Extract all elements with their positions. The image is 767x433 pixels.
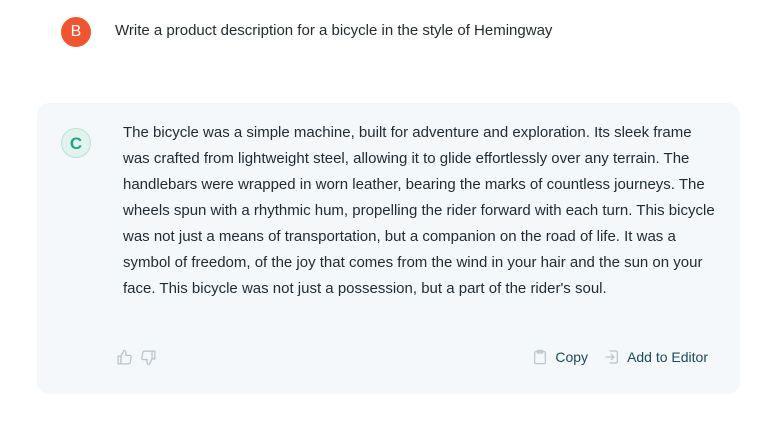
user-message: B Write a product description for a bicy…: [0, 0, 767, 80]
user-prompt-text: Write a product description for a bicycl…: [115, 22, 553, 39]
copy-label: Copy: [555, 349, 589, 365]
assistant-avatar-initial: C: [69, 133, 83, 153]
clipboard-icon: [534, 349, 547, 365]
thumbs-up-icon: [116, 349, 132, 365]
thumbs-down-button[interactable]: [139, 347, 157, 367]
insert-icon: [605, 350, 618, 364]
assistant-avatar: C: [61, 128, 91, 158]
assistant-response-text: The bicycle was a simple machine, built …: [123, 124, 715, 297]
copy-button[interactable]: Copy: [532, 349, 588, 365]
response-actions: Copy Add to Editor: [532, 347, 708, 367]
thumbs-down-icon: [140, 349, 156, 365]
thumbs-up-button[interactable]: [115, 347, 133, 367]
add-to-editor-label: Add to Editor: [627, 349, 708, 365]
add-to-editor-button[interactable]: Add to Editor: [604, 349, 708, 365]
user-avatar: B: [61, 17, 91, 47]
chat-page: B Write a product description for a bicy…: [0, 0, 767, 433]
assistant-response-card: C The bicycle was a simple machine, buil…: [37, 103, 740, 394]
feedback-buttons: [115, 347, 157, 367]
